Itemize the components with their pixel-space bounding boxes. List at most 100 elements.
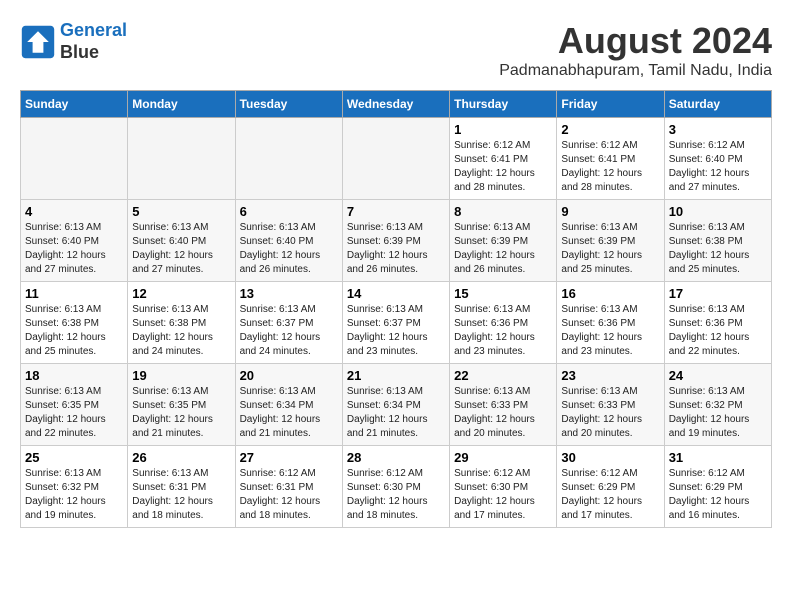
day-info: Sunrise: 6:13 AM Sunset: 6:35 PM Dayligh… [132, 385, 230, 441]
calendar-week-row: 4Sunrise: 6:13 AM Sunset: 6:40 PM Daylig… [21, 200, 772, 282]
calendar-cell: 30Sunrise: 6:12 AM Sunset: 6:29 PM Dayli… [557, 446, 664, 528]
day-number: 14 [347, 286, 445, 301]
day-number: 10 [669, 204, 767, 219]
day-number: 27 [240, 450, 338, 465]
day-number: 17 [669, 286, 767, 301]
day-number: 6 [240, 204, 338, 219]
calendar-cell: 17 Sunrise: 6:13 AM Sunset: 6:36 PM Dayli… [664, 282, 771, 364]
day-number: 28 [347, 450, 445, 465]
day-number: 24 [669, 368, 767, 383]
calendar-cell: 9Sunrise: 6:13 AM Sunset: 6:39 PM Daylig… [557, 200, 664, 282]
calendar-cell: 31 Sunrise: 6:12 AM Sunset: 6:29 PM Dayli… [664, 446, 771, 528]
logo-line1: General [60, 20, 127, 40]
day-number: 11 [25, 286, 123, 301]
day-info: Sunrise: 6:13 AM Sunset: 6:40 PM Dayligh… [132, 221, 230, 277]
calendar-cell: 6 Sunrise: 6:13 AM Sunset: 6:40 PM Daylig… [235, 200, 342, 282]
day-number: 8 [454, 204, 552, 219]
calendar-cell: 12 Sunrise: 6:13 AM Sunset: 6:38 PM Dayli… [128, 282, 235, 364]
calendar-cell: 14 Sunrise: 6:13 AM Sunset: 6:37 PM Dayli… [342, 282, 449, 364]
location: Padmanabhapuram, Tamil Nadu, India [499, 62, 772, 80]
day-info: Sunrise: 6:13 AM Sunset: 6:31 PM Dayligh… [132, 467, 230, 523]
calendar-cell: 25Sunrise: 6:13 AM Sunset: 6:32 PM Dayli… [21, 446, 128, 528]
day-header-tuesday: Tuesday [235, 91, 342, 118]
calendar-cell: 16Sunrise: 6:13 AM Sunset: 6:36 PM Dayli… [557, 282, 664, 364]
calendar-cell: 13 Sunrise: 6:13 AM Sunset: 6:37 PM Dayli… [235, 282, 342, 364]
day-number: 18 [25, 368, 123, 383]
day-info: Sunrise: 6:13 AM Sunset: 6:36 PM Dayligh… [454, 303, 552, 359]
day-number: 16 [561, 286, 659, 301]
day-info: Sunrise: 6:13 AM Sunset: 6:33 PM Dayligh… [561, 385, 659, 441]
logo-text: General Blue [60, 20, 127, 63]
logo-icon [20, 24, 56, 60]
day-number: 20 [240, 368, 338, 383]
calendar-cell: 2Sunrise: 6:12 AM Sunset: 6:41 PM Daylig… [557, 118, 664, 200]
day-info: Sunrise: 6:13 AM Sunset: 6:39 PM Dayligh… [561, 221, 659, 277]
calendar-cell: 18 Sunrise: 6:13 AM Sunset: 6:35 PM Dayli… [21, 364, 128, 446]
day-number: 29 [454, 450, 552, 465]
day-info: Sunrise: 6:12 AM Sunset: 6:41 PM Dayligh… [561, 139, 659, 195]
day-number: 22 [454, 368, 552, 383]
day-info: Sunrise: 6:13 AM Sunset: 6:34 PM Dayligh… [347, 385, 445, 441]
month-year: August 2024 [499, 20, 772, 62]
calendar-cell: 26Sunrise: 6:13 AM Sunset: 6:31 PM Dayli… [128, 446, 235, 528]
calendar-cell: 23 Sunrise: 6:13 AM Sunset: 6:33 PM Dayli… [557, 364, 664, 446]
day-header-wednesday: Wednesday [342, 91, 449, 118]
page-header: General Blue August 2024 Padmanabhapuram… [20, 20, 772, 80]
day-header-sunday: Sunday [21, 91, 128, 118]
day-number: 12 [132, 286, 230, 301]
calendar-cell: 1Sunrise: 6:12 AM Sunset: 6:41 PM Daylig… [450, 118, 557, 200]
calendar-cell: 28 Sunrise: 6:12 AM Sunset: 6:30 PM Dayli… [342, 446, 449, 528]
calendar-cell: 8 Sunrise: 6:13 AM Sunset: 6:39 PM Daylig… [450, 200, 557, 282]
day-info: Sunrise: 6:12 AM Sunset: 6:29 PM Dayligh… [669, 467, 767, 523]
calendar-cell [21, 118, 128, 200]
logo: General Blue [20, 20, 127, 63]
day-info: Sunrise: 6:13 AM Sunset: 6:36 PM Dayligh… [669, 303, 767, 359]
logo-line2: Blue [60, 42, 127, 64]
day-info: Sunrise: 6:13 AM Sunset: 6:38 PM Dayligh… [25, 303, 123, 359]
day-info: Sunrise: 6:13 AM Sunset: 6:38 PM Dayligh… [669, 221, 767, 277]
calendar-cell: 20 Sunrise: 6:13 AM Sunset: 6:34 PM Dayli… [235, 364, 342, 446]
day-header-friday: Friday [557, 91, 664, 118]
day-number: 1 [454, 122, 552, 137]
day-info: Sunrise: 6:12 AM Sunset: 6:40 PM Dayligh… [669, 139, 767, 195]
calendar-cell: 10 Sunrise: 6:13 AM Sunset: 6:38 PM Dayli… [664, 200, 771, 282]
calendar-cell: 24 Sunrise: 6:13 AM Sunset: 6:32 PM Dayli… [664, 364, 771, 446]
day-info: Sunrise: 6:13 AM Sunset: 6:39 PM Dayligh… [347, 221, 445, 277]
day-number: 23 [561, 368, 659, 383]
day-header-saturday: Saturday [664, 91, 771, 118]
day-number: 3 [669, 122, 767, 137]
day-number: 15 [454, 286, 552, 301]
calendar-week-row: 1 Sunrise: 6:12 AM Sunset: 6:41 PM Daylig… [21, 118, 772, 200]
day-info: Sunrise: 6:13 AM Sunset: 6:35 PM Dayligh… [25, 385, 123, 441]
day-number: 13 [240, 286, 338, 301]
calendar-cell: 22Sunrise: 6:13 AM Sunset: 6:33 PM Dayli… [450, 364, 557, 446]
day-number: 25 [25, 450, 123, 465]
day-info: Sunrise: 6:12 AM Sunset: 6:31 PM Dayligh… [240, 467, 338, 523]
calendar-header-row: SundayMondayTuesdayWednesdayThursdayFrid… [21, 91, 772, 118]
day-info: Sunrise: 6:13 AM Sunset: 6:37 PM Dayligh… [347, 303, 445, 359]
day-header-monday: Monday [128, 91, 235, 118]
day-info: Sunrise: 6:13 AM Sunset: 6:32 PM Dayligh… [669, 385, 767, 441]
calendar-cell: 4Sunrise: 6:13 AM Sunset: 6:40 PM Daylig… [21, 200, 128, 282]
day-number: 21 [347, 368, 445, 383]
calendar-cell [128, 118, 235, 200]
calendar-cell: 3 Sunrise: 6:12 AM Sunset: 6:40 PM Daylig… [664, 118, 771, 200]
calendar-cell: 29Sunrise: 6:12 AM Sunset: 6:30 PM Dayli… [450, 446, 557, 528]
day-info: Sunrise: 6:12 AM Sunset: 6:29 PM Dayligh… [561, 467, 659, 523]
calendar-cell: 19 Sunrise: 6:13 AM Sunset: 6:35 PM Dayli… [128, 364, 235, 446]
day-info: Sunrise: 6:13 AM Sunset: 6:37 PM Dayligh… [240, 303, 338, 359]
day-info: Sunrise: 6:13 AM Sunset: 6:38 PM Dayligh… [132, 303, 230, 359]
day-info: Sunrise: 6:13 AM Sunset: 6:39 PM Dayligh… [454, 221, 552, 277]
day-number: 19 [132, 368, 230, 383]
day-number: 31 [669, 450, 767, 465]
day-info: Sunrise: 6:13 AM Sunset: 6:34 PM Dayligh… [240, 385, 338, 441]
calendar-cell: 11 Sunrise: 6:13 AM Sunset: 6:38 PM Dayli… [21, 282, 128, 364]
calendar-cell: 15 Sunrise: 6:13 AM Sunset: 6:36 PM Dayli… [450, 282, 557, 364]
calendar-table: SundayMondayTuesdayWednesdayThursdayFrid… [20, 90, 772, 528]
day-info: Sunrise: 6:13 AM Sunset: 6:40 PM Dayligh… [240, 221, 338, 277]
calendar-week-row: 11 Sunrise: 6:13 AM Sunset: 6:38 PM Dayli… [21, 282, 772, 364]
calendar-cell [235, 118, 342, 200]
title-block: August 2024 Padmanabhapuram, Tamil Nadu,… [499, 20, 772, 80]
day-info: Sunrise: 6:12 AM Sunset: 6:30 PM Dayligh… [347, 467, 445, 523]
day-number: 5 [132, 204, 230, 219]
